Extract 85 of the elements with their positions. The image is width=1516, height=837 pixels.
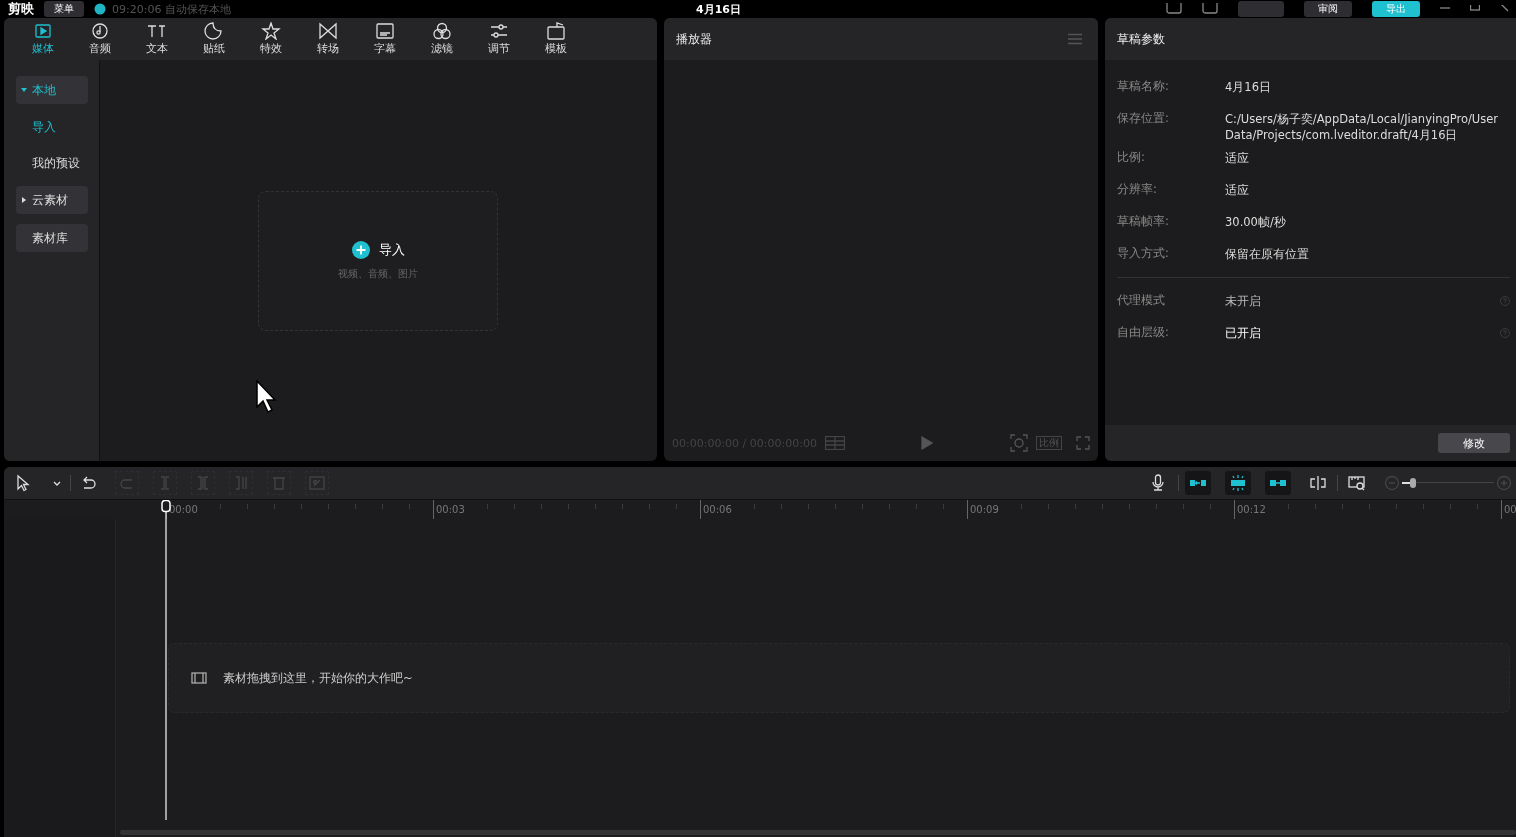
collapsed-caret-icon xyxy=(21,197,27,203)
media-tab[interactable]: 滤镜 xyxy=(413,18,470,60)
panel-title: 草稿参数 xyxy=(1117,30,1165,48)
field-label: 草稿帧率: xyxy=(1117,213,1170,229)
split-icon xyxy=(1308,474,1328,492)
field-value: 30.00帧/秒 xyxy=(1225,214,1287,230)
media-tab[interactable]: 音频 xyxy=(71,18,128,60)
help-icon[interactable] xyxy=(1500,296,1510,306)
review-button[interactable]: 审阅 xyxy=(1304,1,1352,17)
film-icon xyxy=(191,671,207,685)
field-label: 导入方式: xyxy=(1117,245,1170,261)
media-tab[interactable]: 媒体 xyxy=(14,18,71,60)
link-tool-button[interactable] xyxy=(1265,471,1291,495)
sticker-tab-icon xyxy=(203,22,224,40)
media-tab[interactable]: 贴纸 xyxy=(185,18,242,60)
field-label: 代理模式 xyxy=(1117,292,1166,308)
effect-tab-icon xyxy=(260,22,281,40)
autosave-status: 09:20:06 自动保存本地 xyxy=(112,1,231,17)
field-label: 比例: xyxy=(1117,149,1146,165)
delete-icon xyxy=(270,474,288,492)
help-icon[interactable] xyxy=(1500,328,1510,338)
fit-screen-icon[interactable] xyxy=(1010,434,1028,452)
menu-icon[interactable] xyxy=(1068,33,1082,45)
expanded-caret-icon xyxy=(21,87,27,93)
saved-icon xyxy=(94,3,106,15)
import-hint: 视频、音频、图片 xyxy=(338,267,418,281)
time-label: 00:03 xyxy=(434,504,465,515)
field-value: 适应 xyxy=(1225,150,1250,166)
time-label: 00 xyxy=(1502,504,1516,515)
caption-tab-icon xyxy=(374,22,395,40)
crop-icon xyxy=(308,474,326,492)
media-tab[interactable]: 转场 xyxy=(299,18,356,60)
panel-title: 播放器 xyxy=(676,30,712,48)
time-label: 00:06 xyxy=(701,504,732,515)
field-label: 自由层级: xyxy=(1117,324,1170,340)
drop-hint: 素材拖拽到这里，开始你的大作吧~ xyxy=(223,670,413,686)
field-value: C:/Users/杨子奕/AppData/Local/JianyingPro/User Data/Projects/com.lveditor.draft/4月16日 xyxy=(1225,111,1500,143)
preview-icon xyxy=(1347,474,1367,492)
import-label: 导入 xyxy=(378,241,405,259)
media-tab-icon xyxy=(32,22,53,40)
snap-icon xyxy=(1228,474,1248,492)
time-label: 00:09 xyxy=(968,504,999,515)
media-tab[interactable]: 特效 xyxy=(242,18,299,60)
zoom-slider[interactable] xyxy=(1402,478,1494,488)
filter-tab-icon xyxy=(431,22,452,40)
zoom-out-icon[interactable] xyxy=(1384,475,1400,491)
text-tab-icon xyxy=(146,22,167,40)
project-title: 4月16日 xyxy=(696,2,741,17)
media-tab[interactable]: 模板 xyxy=(527,18,584,60)
grid-icon[interactable] xyxy=(824,436,845,450)
adjust-tab-icon xyxy=(488,22,509,40)
media-tab[interactable]: 文本 xyxy=(128,18,185,60)
app-logo-text: 剪映 xyxy=(8,2,34,16)
sidebar-item[interactable]: 素材库 xyxy=(16,224,88,252)
caret-icon xyxy=(53,480,61,486)
setting-status: 未开启 xyxy=(1225,293,1262,309)
audio-tab-icon xyxy=(89,22,110,40)
play-icon[interactable] xyxy=(921,436,934,450)
field-label: 保存位置: xyxy=(1117,110,1170,126)
add-icon xyxy=(351,241,370,259)
field-label: 草稿名称: xyxy=(1117,78,1170,94)
edit-button[interactable]: 修改 xyxy=(1438,433,1510,453)
sidebar-item[interactable]: 我的预设 xyxy=(16,150,88,176)
sidebar-item[interactable]: 云素材 xyxy=(16,186,88,214)
zoom-in-icon[interactable] xyxy=(1496,475,1512,491)
sidebar-item[interactable]: 导入 xyxy=(16,114,88,140)
setting-status: 已开启 xyxy=(1225,325,1262,341)
menu-button[interactable]: 菜单 xyxy=(44,1,84,17)
snap-tool-button[interactable] xyxy=(1225,471,1251,495)
sidebar-item[interactable]: 本地 xyxy=(16,76,88,104)
time-label: 00:12 xyxy=(1235,504,1266,515)
playhead[interactable] xyxy=(160,500,172,820)
track-drop-area[interactable]: 素材拖拽到这里，开始你的大作吧~ xyxy=(168,643,1510,713)
template-tab-icon xyxy=(545,22,566,40)
field-value: 保留在原有位置 xyxy=(1225,246,1310,262)
field-label: 分辨率: xyxy=(1117,181,1158,197)
transition-tab-icon xyxy=(317,22,338,40)
field-value: 4月16日 xyxy=(1225,79,1272,95)
media-tab[interactable]: 调节 xyxy=(470,18,527,60)
field-value: 适应 xyxy=(1225,182,1250,198)
fullscreen-icon[interactable] xyxy=(1076,436,1090,450)
import-drop-area[interactable]: 导入 视频、音频、图片 xyxy=(258,191,498,331)
media-tab[interactable]: 字幕 xyxy=(356,18,413,60)
mouse-pointer-icon xyxy=(256,380,278,414)
scrollbar[interactable] xyxy=(120,830,1516,835)
